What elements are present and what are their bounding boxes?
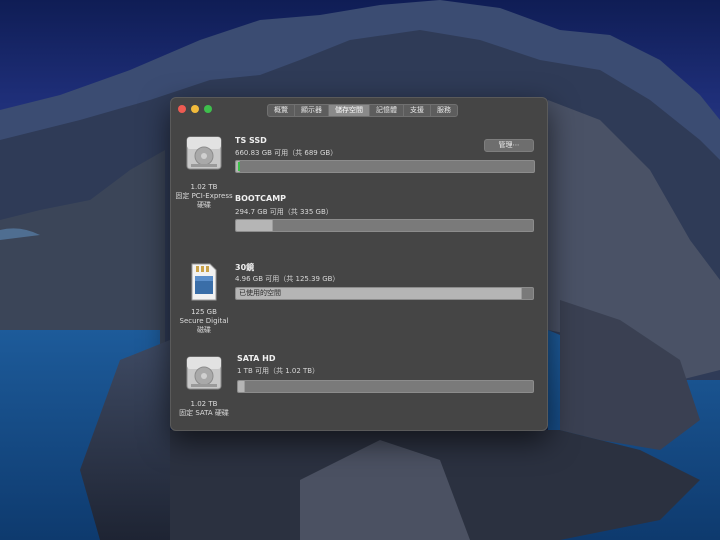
volume-name: SATA HD xyxy=(237,354,276,363)
used-space-segment xyxy=(236,220,273,231)
system-info-window: 概覽 顯示器 儲存空間 記憶體 支援 服務 1.02 TB 固定 PCI-Exp… xyxy=(170,97,548,431)
minimize-button[interactable] xyxy=(191,105,199,113)
tab-overview[interactable]: 概覽 xyxy=(268,105,295,116)
zoom-button[interactable] xyxy=(204,105,212,113)
tab-storage[interactable]: 儲存空間 xyxy=(329,105,370,116)
storage-bar[interactable] xyxy=(237,380,534,393)
tab-displays[interactable]: 顯示器 xyxy=(295,105,329,116)
ssd-indicator xyxy=(238,162,240,171)
drive-type: 固定 PCI-Express xyxy=(175,192,233,200)
hdd-icon xyxy=(185,134,223,176)
volume-name: TS SSD xyxy=(235,136,267,145)
used-space-segment xyxy=(238,381,245,392)
drive-type: Secure Digital xyxy=(179,317,229,325)
storage-bar[interactable] xyxy=(235,160,535,173)
drive-kind: 磁碟 xyxy=(197,326,211,334)
drive-caption: 125 GB Secure Digital 磁碟 xyxy=(171,308,237,335)
volume-info: 4.96 GB 可用（共 125.39 GB） xyxy=(235,275,340,283)
drive-kind: 硬碟 xyxy=(197,201,211,209)
drive-size: 1.02 TB xyxy=(190,183,218,191)
volume-info: 660.83 GB 可用（共 689 GB） xyxy=(235,149,338,157)
drive-size: 125 GB xyxy=(191,308,217,316)
drive-caption: 1.02 TB 固定 PCI-Express 硬碟 xyxy=(171,183,237,210)
storage-bar[interactable]: 已使用的空間 xyxy=(235,287,534,300)
close-button[interactable] xyxy=(178,105,186,113)
volume-info: 1 TB 可用（共 1.02 TB） xyxy=(237,367,320,375)
title-bar: 概覽 顯示器 儲存空間 記憶體 支援 服務 xyxy=(171,98,547,122)
used-space-label: 已使用的空間 xyxy=(239,289,281,297)
hdd-icon xyxy=(185,354,223,396)
volume-name: 30鏡 xyxy=(235,263,255,272)
tab-support[interactable]: 支援 xyxy=(404,105,431,116)
volume-info: 294.7 GB 可用（共 335 GB） xyxy=(235,208,333,216)
tab-memory[interactable]: 記憶體 xyxy=(370,105,404,116)
storage-bar[interactable] xyxy=(235,219,534,232)
tab-service[interactable]: 服務 xyxy=(431,105,457,116)
drive-caption: 1.02 TB 固定 SATA 硬碟 xyxy=(171,400,237,418)
sd-card-icon xyxy=(188,262,220,306)
manage-button[interactable]: 管理⋯ xyxy=(484,139,534,152)
volume-name: BOOTCAMP xyxy=(235,194,287,203)
tab-bar: 概覽 顯示器 儲存空間 記憶體 支援 服務 xyxy=(267,104,458,117)
drive-type: 固定 SATA 硬碟 xyxy=(179,409,229,417)
drive-size: 1.02 TB xyxy=(190,400,218,408)
